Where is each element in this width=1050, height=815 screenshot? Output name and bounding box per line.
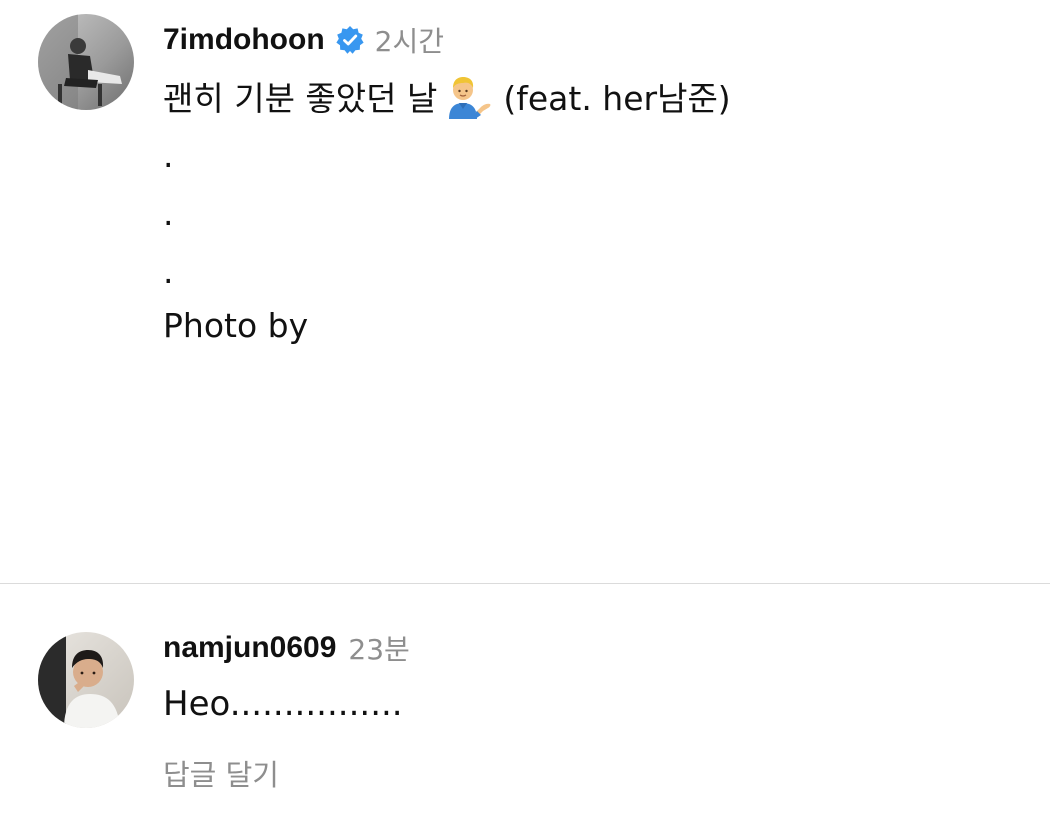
post-header: 7imdohoon 2시간	[163, 18, 444, 62]
avatar-photo	[38, 632, 134, 728]
post-author-username[interactable]: 7imdohoon	[163, 23, 325, 57]
comment-text: Heo................	[163, 684, 403, 724]
commenter-avatar[interactable]	[38, 632, 134, 728]
reply-button[interactable]: 답글 달기	[163, 752, 279, 794]
comment-header: namjun0609 23분	[163, 626, 410, 670]
divider	[0, 583, 1050, 584]
caption-dot: .	[163, 252, 174, 291]
caption-text: 괜히 기분 좋았던 날	[163, 79, 438, 118]
caption-first-line: 괜히 기분 좋았던 날 (feat. her남준)	[163, 72, 731, 120]
post-author-avatar[interactable]	[38, 14, 134, 110]
man-tipping-hand-emoji-icon	[441, 73, 493, 119]
comment-timestamp: 23분	[348, 633, 410, 666]
caption-dot: .	[163, 136, 174, 175]
caption-feat: (feat. her남준)	[503, 79, 731, 118]
commenter-username[interactable]: namjun0609	[163, 631, 336, 665]
caption-photo-credit: Photo by	[163, 306, 309, 345]
caption-dot: .	[163, 194, 174, 233]
avatar-photo	[38, 14, 134, 110]
verified-badge-icon	[335, 25, 365, 55]
post-timestamp: 2시간	[374, 25, 444, 58]
